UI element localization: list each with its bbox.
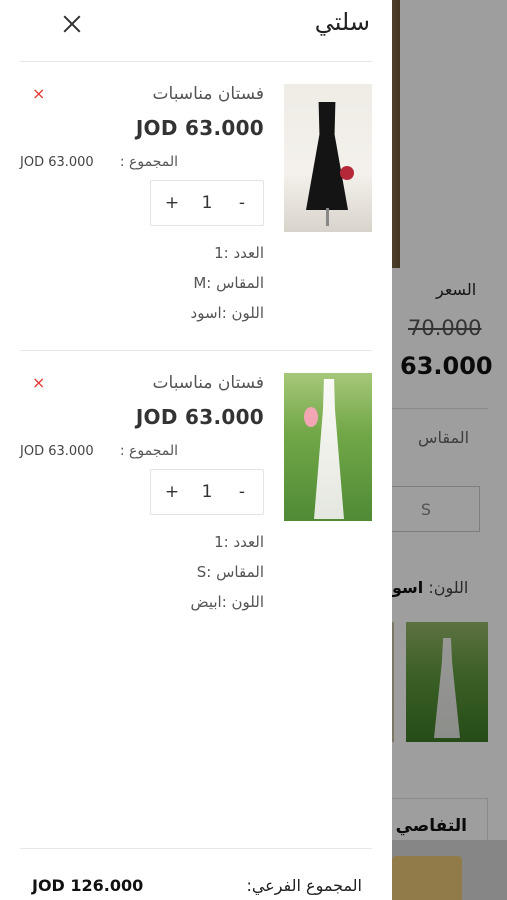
decrease-button[interactable]: - <box>231 193 253 213</box>
product-image[interactable] <box>284 373 372 521</box>
decrease-button[interactable]: - <box>231 482 253 502</box>
cart-title: سلتي <box>314 8 370 36</box>
close-icon[interactable] <box>58 8 86 38</box>
quantity-value: 1 <box>201 482 213 502</box>
quantity-stepper: + 1 - <box>150 180 264 226</box>
increase-button[interactable]: + <box>161 482 183 502</box>
divider <box>20 848 372 849</box>
item-count: العدد :1 <box>214 244 264 262</box>
remove-item-icon[interactable]: × <box>32 373 45 392</box>
cart-item: × فستان مناسبات JOD 63.000 المجموع : JOD… <box>20 351 372 639</box>
cart-header: سلتي <box>0 0 392 62</box>
item-total-value: JOD 63.000 <box>20 444 94 459</box>
item-color: اللون :اسود <box>190 304 264 322</box>
item-price: JOD 63.000 <box>135 405 264 429</box>
subtotal-label: المجموع الفرعي: <box>246 876 362 895</box>
item-name[interactable]: فستان مناسبات <box>153 373 264 393</box>
item-total-value: JOD 63.000 <box>20 155 94 170</box>
increase-button[interactable]: + <box>161 193 183 213</box>
remove-item-icon[interactable]: × <box>32 84 45 103</box>
product-image[interactable] <box>284 84 372 232</box>
quantity-stepper: + 1 - <box>150 469 264 515</box>
item-total-label: المجموع : <box>119 154 178 170</box>
item-color: اللون :ابيض <box>190 593 264 611</box>
item-count: العدد :1 <box>214 533 264 551</box>
item-size: المقاس :M <box>193 274 264 292</box>
item-total-label: المجموع : <box>119 443 178 459</box>
quantity-value: 1 <box>201 193 213 213</box>
cart-drawer: سلتي × فستان مناسبات JOD 63.000 المجموع … <box>0 0 392 900</box>
item-size: المقاس :S <box>196 563 264 581</box>
item-price: JOD 63.000 <box>135 116 264 140</box>
item-name[interactable]: فستان مناسبات <box>153 84 264 104</box>
subtotal-value: JOD 126.000 <box>32 876 144 895</box>
cart-item: × فستان مناسبات JOD 63.000 المجموع : JOD… <box>20 62 372 351</box>
